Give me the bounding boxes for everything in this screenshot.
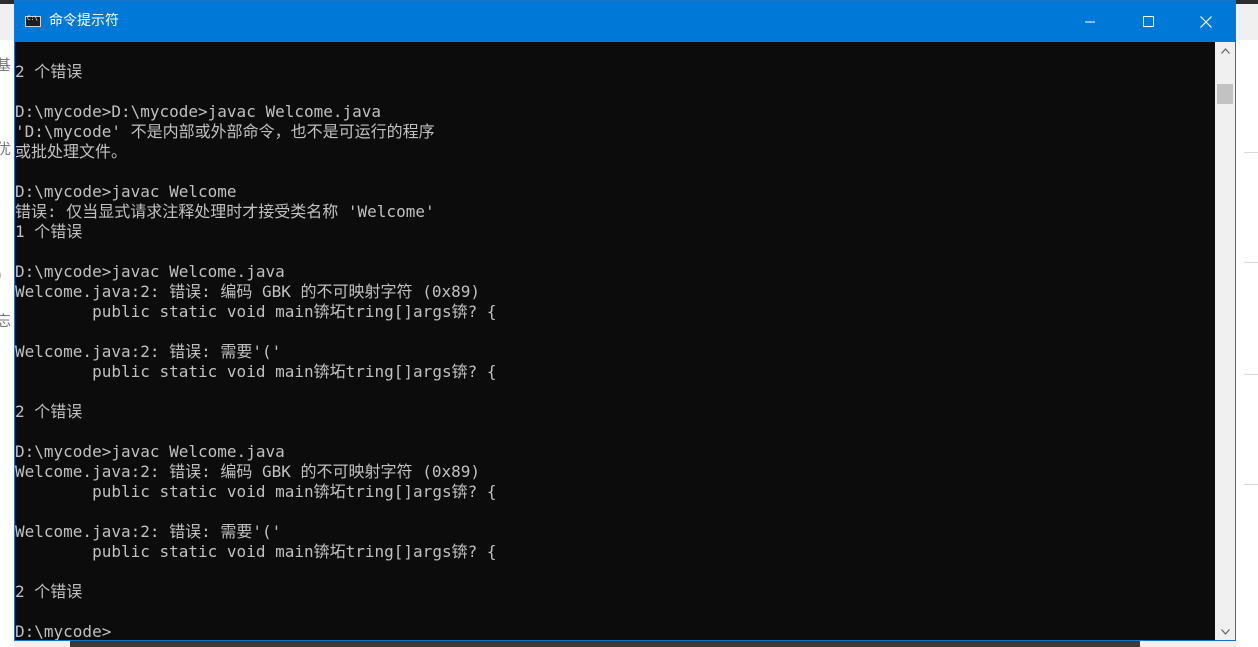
console-line: Welcome.java:2: 错误: 编码 GBK 的不可映射字符 (0x89… (15, 462, 480, 481)
close-icon (1200, 15, 1212, 28)
scroll-up-arrow-icon (1220, 47, 1230, 54)
console-line: public static void main锛坧tring[]args锛? { (15, 302, 497, 321)
maximize-icon (1142, 16, 1154, 27)
console-text: 2 个错误 D:\mycode>D:\mycode>javac Welcome.j… (15, 42, 496, 640)
console-line: public static void main锛坧tring[]args锛? { (15, 362, 497, 381)
console-line: D:\mycode>javac Welcome.java (15, 262, 285, 281)
scroll-up-button[interactable] (1215, 42, 1235, 59)
scrollbar-thumb[interactable] (1217, 84, 1233, 104)
console-output-area[interactable]: 2 个错误 D:\mycode>D:\mycode>javac Welcome.j… (15, 42, 1215, 640)
background-left-window-edge: 基 优 ) 忘 (0, 40, 14, 647)
cmd-icon[interactable] (25, 15, 41, 27)
console-line: D:\mycode>javac Welcome (15, 182, 237, 201)
background-taskbar-bottom (70, 641, 1140, 647)
scroll-down-arrow-icon (1220, 628, 1230, 635)
window-title: 命令提示符 (49, 13, 119, 29)
minimize-button[interactable] (1061, 1, 1119, 42)
console-line: public static void main锛坧tring[]args锛? { (15, 542, 497, 561)
console-line: public static void main锛坧tring[]args锛? { (15, 482, 497, 501)
console-line: 1 个错误 (15, 222, 83, 241)
console-line: D:\mycode>D:\mycode>javac Welcome.java (15, 102, 382, 121)
console-line: D:\mycode>javac Welcome.java (15, 442, 285, 461)
console-line: 2 个错误 (15, 62, 83, 81)
console-line: 'D:\mycode' 不是内部或外部命令，也不是可运行的程序 (15, 122, 435, 141)
background-right-window-edge (1236, 40, 1258, 647)
console-line: 2 个错误 (15, 402, 83, 421)
minimize-icon (1084, 21, 1095, 23)
console-line: 2 个错误 (15, 582, 83, 601)
console-line: Welcome.java:2: 错误: 编码 GBK 的不可映射字符 (0x89… (15, 282, 480, 301)
maximize-button[interactable] (1119, 1, 1177, 42)
console-prompt-line: D:\mycode> (15, 622, 112, 640)
scroll-down-button[interactable] (1215, 623, 1235, 640)
console-line: Welcome.java:2: 错误: 需要'(' (15, 522, 282, 541)
vertical-scrollbar[interactable] (1215, 42, 1235, 640)
title-bar[interactable]: 命令提示符 (15, 1, 1235, 42)
close-button[interactable] (1177, 1, 1235, 42)
command-prompt-window: 命令提示符 2 个错误D:\mycode>D:\mycode>javac Wel… (14, 0, 1236, 641)
console-line: 或批处理文件。 (15, 142, 128, 161)
console-line: Welcome.java:2: 错误: 需要'(' (15, 342, 282, 361)
console-line: 错误: 仅当显式请求注释处理时才接受类名称 'Welcome' (15, 202, 435, 221)
